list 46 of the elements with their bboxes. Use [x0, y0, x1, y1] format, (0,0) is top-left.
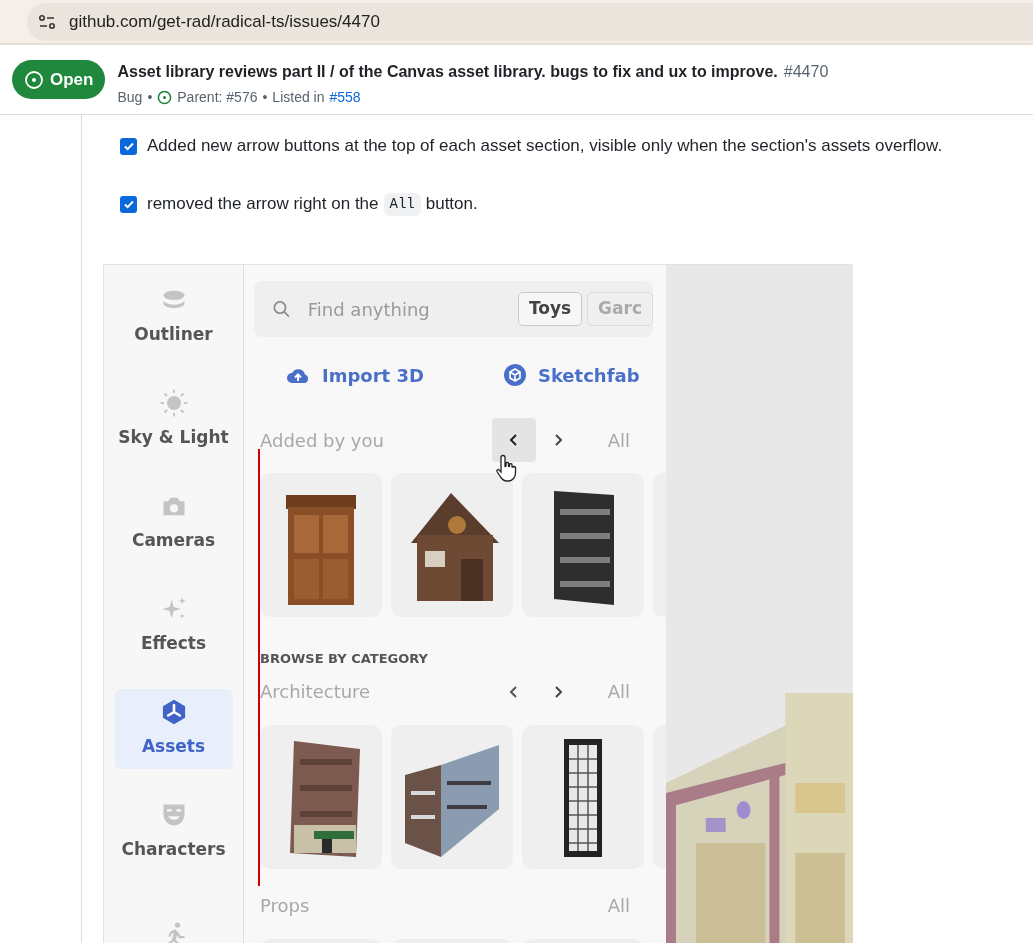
issue-title: Asset library reviews part II / of the Canvas asset library. bugs to fix and ux to improve. [117, 62, 778, 82]
sun-icon [159, 389, 188, 418]
sidebar-item[interactable]: Assets [114, 689, 233, 769]
chevron-right-icon [552, 684, 563, 699]
sidebar-item[interactable]: Characters [114, 792, 233, 872]
parent-issue: Parent: #576 [177, 88, 258, 107]
sidebar-item[interactable]: Cameras [114, 483, 233, 563]
previous-button[interactable] [491, 418, 536, 462]
checkbox[interactable] [120, 195, 137, 213]
checkbox[interactable] [120, 137, 137, 155]
address-bar[interactable]: github.com/get-rad/radical-ts/issues/4470 [27, 2, 1033, 41]
section-title: Props [260, 894, 310, 918]
sidebar-item[interactable]: Effects [114, 586, 233, 666]
import-button[interactable]: Import 3D [286, 361, 424, 389]
search-placeholder: Find anything [307, 297, 431, 322]
chevron-left-icon [508, 684, 519, 699]
chevron-right-icon [552, 433, 563, 447]
open-issue-icon [157, 90, 173, 105]
url-text: github.com/get-rad/radical-ts/issues/4470 [69, 10, 380, 33]
section-title: Added by you [260, 428, 384, 453]
category-heading: BROWSE BY CATEGORY [259, 650, 428, 668]
sketchfab-button[interactable]: Sketchfab [503, 361, 640, 389]
filter-chip[interactable]: Toys [517, 292, 583, 326]
status-badge: Open [12, 60, 106, 99]
sidebar-item[interactable]: Sky & Light [114, 380, 233, 460]
issue-number: #4470 [783, 62, 829, 82]
task-text: button. [425, 193, 478, 216]
search-field[interactable]: Find anything Toys Garc [254, 281, 653, 337]
open-issue-icon [24, 69, 44, 90]
checkmark-icon [122, 140, 135, 152]
cloud-upload-icon [286, 366, 310, 384]
separator-dot: • [147, 88, 153, 107]
separator-dot: • [262, 88, 268, 107]
chevron-left-icon [508, 433, 519, 447]
listed-in-label: Listed in [272, 88, 325, 107]
task-text: Added new arrow buttons at the top of each asset section, visible only when the section's assets overflow. [147, 135, 943, 158]
checkmark-icon [122, 198, 135, 210]
task-text: removed the arrow right on the [147, 193, 379, 216]
listed-in-link[interactable]: #558 [329, 87, 361, 108]
search-icon [272, 299, 291, 319]
sidebar-item[interactable]: Outliner [114, 277, 233, 357]
hand-cursor-icon [496, 453, 518, 483]
section-title: Architecture [260, 680, 371, 704]
cube-icon [503, 364, 526, 386]
issue-type: Bug [117, 88, 143, 107]
inline-code: All [383, 192, 421, 216]
